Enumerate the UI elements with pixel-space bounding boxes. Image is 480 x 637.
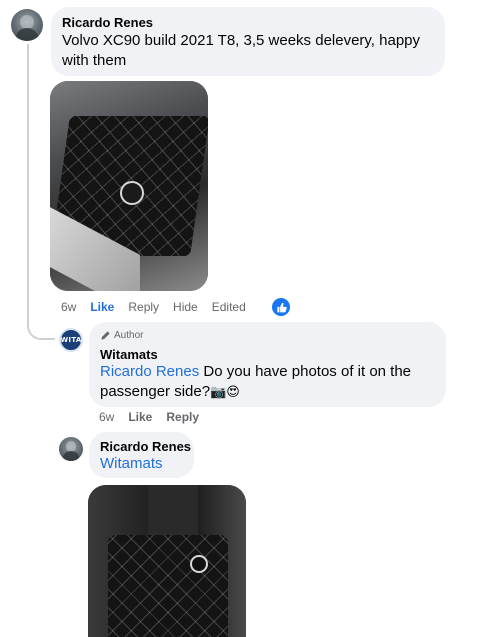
comment-actions: 6w Like Reply <box>99 410 213 424</box>
author-badge: Author <box>100 330 143 341</box>
comment-author[interactable]: Ricardo Renes <box>62 15 153 30</box>
comment-photo[interactable] <box>88 485 246 637</box>
comment-text: Ricardo Renes Do you have photos of it o… <box>100 362 430 402</box>
thread-line <box>27 44 29 324</box>
edited-label[interactable]: Edited <box>212 300 246 314</box>
photo-logo-badge <box>190 555 208 573</box>
like-button[interactable]: Like <box>90 300 114 314</box>
photo-logo-badge <box>120 181 144 205</box>
avatar-brand-text: WITA <box>60 336 82 344</box>
pencil-icon <box>101 331 110 340</box>
reply-bubble: Author Witamats Ricardo Renes Do you hav… <box>89 322 446 407</box>
comment-actions: 6w Like Reply Hide Edited <box>61 300 260 314</box>
mention-link[interactable]: Witamats <box>100 454 163 474</box>
comment-author[interactable]: Ricardo Renes <box>100 439 191 454</box>
reply-button[interactable]: Reply <box>166 410 199 424</box>
comment-author[interactable]: Witamats <box>100 347 158 362</box>
thumbs-up-icon[interactable] <box>272 298 290 316</box>
mention-link[interactable]: Ricardo Renes <box>100 363 199 380</box>
comment-timestamp[interactable]: 6w <box>61 300 76 314</box>
hide-button[interactable]: Hide <box>173 300 198 314</box>
comment-text: Volvo XC90 build 2021 T8, 3,5 weeks dele… <box>62 32 421 69</box>
comment-photo[interactable] <box>50 81 208 291</box>
thread-line-curve <box>27 318 55 340</box>
author-badge-label: Author <box>114 330 144 341</box>
avatar[interactable]: WITA <box>59 328 83 352</box>
reply-button[interactable]: Reply <box>128 300 159 314</box>
avatar[interactable] <box>59 437 83 461</box>
avatar[interactable] <box>11 9 43 41</box>
emoji: 📷😍 <box>210 384 240 399</box>
like-button[interactable]: Like <box>128 410 152 424</box>
reply-bubble: Ricardo Renes Witamats <box>89 432 194 478</box>
comment-timestamp[interactable]: 6w <box>99 410 114 424</box>
photo-floor-mat <box>108 535 228 637</box>
comment-bubble: Ricardo Renes Volvo XC90 build 2021 T8, … <box>51 7 445 76</box>
